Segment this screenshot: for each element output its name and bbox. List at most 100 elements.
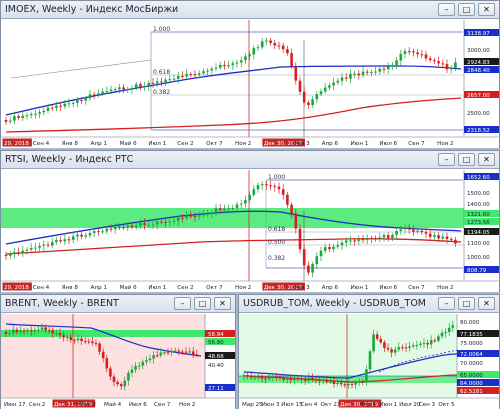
candle-body: [349, 73, 352, 79]
rtsi-titlebar[interactable]: RTSI, Weekly - Индекс РТС – □ ✕: [1, 151, 499, 169]
maximize-button[interactable]: □: [194, 297, 211, 310]
candle-body: [277, 186, 281, 190]
maximize-button[interactable]: □: [458, 153, 475, 166]
brent-plot[interactable]: 58.94 56.80 48.68 40.40 27.11 Июн 17 Сен …: [1, 314, 235, 409]
candle-body: [21, 250, 25, 254]
rtsi-price-4: 1321.60: [467, 212, 490, 218]
candle-body: [181, 351, 184, 353]
candle-body: [361, 239, 365, 241]
candle-body: [235, 62, 239, 64]
minimize-button[interactable]: –: [438, 153, 455, 166]
candle-body: [155, 221, 159, 225]
close-button[interactable]: ✕: [478, 3, 495, 16]
minimize-button[interactable]: –: [174, 297, 191, 310]
imoex-chart-window[interactable]: IMOEX, Weekly - Индекс МосБиржи – □ ✕ 1.…: [0, 0, 500, 148]
date-tick-label: Июл 1: [148, 285, 166, 291]
rtsi-chart-window[interactable]: RTSI, Weekly - Индекс РТС – □ ✕ 1.000 0.…: [0, 150, 500, 292]
candle-body: [444, 332, 447, 334]
rtsi-fib-382: 0.382: [268, 255, 285, 262]
rtsi-price-5: 1273.56: [467, 220, 490, 226]
candle-body: [84, 98, 88, 101]
close-button[interactable]: ✕: [478, 153, 495, 166]
brent-titlebar[interactable]: BRENT, Weekly - BRENT – □ ✕: [1, 295, 235, 313]
candle-body: [73, 340, 76, 342]
candle-body: [386, 347, 390, 350]
candle-body: [148, 358, 152, 361]
candle-body: [374, 71, 377, 73]
minimize-button[interactable]: –: [438, 3, 455, 16]
candle-body: [55, 240, 58, 243]
usdrub-price-2: 77.1835: [460, 332, 483, 338]
candle-body: [34, 247, 37, 249]
candle-body: [412, 229, 415, 232]
candle-body: [260, 377, 264, 379]
date-tick-label: Окт 7: [206, 141, 223, 147]
candle-body: [239, 203, 243, 205]
candle-body: [137, 365, 141, 367]
candle-body: [87, 341, 91, 343]
candle-body: [134, 84, 138, 89]
candle-body: [281, 189, 285, 195]
candle-body: [357, 239, 361, 241]
rtsi-plot[interactable]: 1.000 0.618 0.500 0.382 1652.60 1500.00 …: [1, 170, 499, 292]
imoex-title: IMOEX, Weekly - Индекс МосБиржи: [5, 4, 179, 15]
date-tick-label: Ноя 2: [179, 402, 195, 408]
candle-body: [223, 208, 226, 211]
maximize-button[interactable]: □: [458, 3, 475, 16]
rtsi-fib-618: 0.618: [268, 226, 285, 233]
imoex-plot[interactable]: 1.000 0.618 0.382 3138.97 3000.00 2924.8…: [1, 20, 499, 148]
candle-body: [323, 247, 327, 251]
candle-body: [126, 225, 130, 228]
candle-body: [354, 381, 357, 385]
candle-body: [80, 100, 83, 102]
candle-body: [58, 333, 62, 336]
candle-body: [426, 342, 429, 345]
candle-body: [46, 107, 50, 111]
candle-body: [318, 380, 321, 382]
candle-body: [29, 113, 33, 116]
usdrub-titlebar[interactable]: USDRUB_TOM, Weekly - USDRUB_TOM – □ ✕: [239, 295, 499, 313]
candle-body: [94, 343, 98, 345]
brent-chart-window[interactable]: BRENT, Weekly - BRENT – □ ✕ 58.94 56.80 …: [0, 294, 236, 409]
candle-body: [50, 107, 54, 109]
candle-body: [202, 71, 205, 74]
candle-body: [271, 376, 275, 378]
close-button[interactable]: ✕: [214, 297, 231, 310]
candle-body: [323, 87, 327, 92]
candle-body: [447, 327, 451, 333]
candle-body: [193, 74, 197, 76]
candle-body: [391, 234, 394, 238]
usdrub-price-6: 65.0000: [460, 373, 483, 379]
candle-body: [84, 235, 88, 237]
candle-body: [8, 253, 12, 256]
candle-body: [248, 194, 251, 201]
usdrub-price-1: 80.000: [460, 320, 480, 326]
candle-body: [429, 340, 433, 345]
candle-body: [38, 112, 41, 114]
imoex-titlebar[interactable]: IMOEX, Weekly - Индекс МосБиржи – □ ✕: [1, 1, 499, 19]
maximize-button[interactable]: □: [458, 297, 475, 310]
usdrub-price-3: 75.0000: [460, 341, 483, 347]
candle-body: [336, 80, 340, 83]
imoex-price-6: 2500.00: [467, 111, 490, 117]
candle-body: [437, 61, 440, 64]
candle-body: [353, 240, 356, 242]
candle-body: [416, 52, 419, 55]
candle-body: [55, 333, 58, 335]
date-tick-label: Янв 8: [62, 285, 79, 291]
candle-body: [370, 72, 373, 74]
minimize-button[interactable]: –: [438, 297, 455, 310]
date-tick-label: Сен 7: [408, 141, 425, 147]
candle-body: [408, 346, 411, 348]
candle-body: [300, 378, 303, 380]
candle-body: [332, 82, 335, 86]
close-button[interactable]: ✕: [478, 297, 495, 310]
candle-body: [390, 349, 393, 353]
candle-body: [80, 234, 83, 237]
candle-body: [166, 352, 170, 354]
usdrub-chart-window[interactable]: USDRUB_TOM, Weekly - USDRUB_TOM – □ ✕ 80…: [238, 294, 500, 409]
usdrub-plot[interactable]: 80.000 77.1835 75.0000 72.0064 70.0000 6…: [239, 314, 499, 409]
candle-body: [67, 103, 71, 105]
candle-body: [38, 245, 41, 248]
candle-body: [44, 327, 47, 331]
